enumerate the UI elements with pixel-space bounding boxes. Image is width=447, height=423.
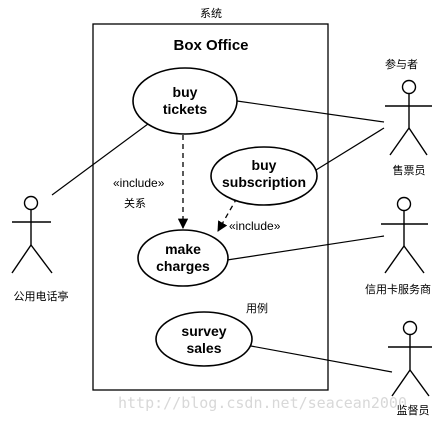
association-supervisor-survey-sales: [250, 345, 393, 373]
use-case-buy-subscription-line2: subscription: [222, 174, 306, 190]
use-case-buy-tickets-line1: buy: [173, 84, 198, 100]
system-annotation: 系统: [200, 7, 222, 20]
actor-head-icon: [401, 79, 417, 95]
actor-label-clerk: 售票员: [393, 163, 426, 177]
use-case-diagram: http://blog.csdn.net/seacean2000 系统 Box …: [11, 7, 432, 417]
actor-supervisor: [388, 320, 432, 397]
association-clerk-buy-tickets: [236, 100, 385, 123]
use-case-make-charges: make charges: [137, 229, 229, 287]
use-case-buy-subscription-line1: buy: [252, 157, 277, 173]
actor-label-supervisor: 监督员: [397, 403, 430, 417]
use-case-survey-sales-line2: sales: [186, 340, 221, 356]
association-clerk-buy-subscription: [315, 127, 385, 171]
actor-head-icon: [23, 195, 39, 211]
use-case-buy-tickets-line2: tickets: [163, 101, 208, 117]
include-label-1: «include»: [113, 176, 165, 190]
actor-annotation: 参与者: [385, 57, 418, 71]
use-case-make-charges-line1: make: [165, 241, 201, 257]
use-case-make-charges-line2: charges: [156, 258, 210, 274]
association-credit-card-make-charges: [226, 235, 385, 261]
include-label-2: «include»: [229, 219, 281, 233]
actor-credit-card-service: [381, 196, 428, 274]
actor-public-phone: [11, 195, 53, 274]
actor-clerk: [385, 79, 432, 156]
actor-head-icon: [396, 196, 412, 212]
use-case-survey-sales: survey sales: [155, 311, 253, 367]
use-case-buy-subscription: buy subscription: [210, 146, 318, 206]
actor-head-icon: [402, 320, 418, 336]
watermark: http://blog.csdn.net/seacean2000: [118, 394, 407, 412]
use-case-annotation: 用例: [246, 301, 268, 315]
use-case-buy-tickets: buy tickets: [132, 67, 238, 135]
actor-label-credit-card-service: 信用卡服务商: [365, 282, 431, 296]
system-title: Box Office: [173, 37, 248, 54]
use-case-survey-sales-line1: survey: [181, 323, 226, 339]
relationship-annotation: 关系: [124, 196, 146, 210]
actor-label-public-phone: 公用电话亭: [14, 289, 69, 303]
